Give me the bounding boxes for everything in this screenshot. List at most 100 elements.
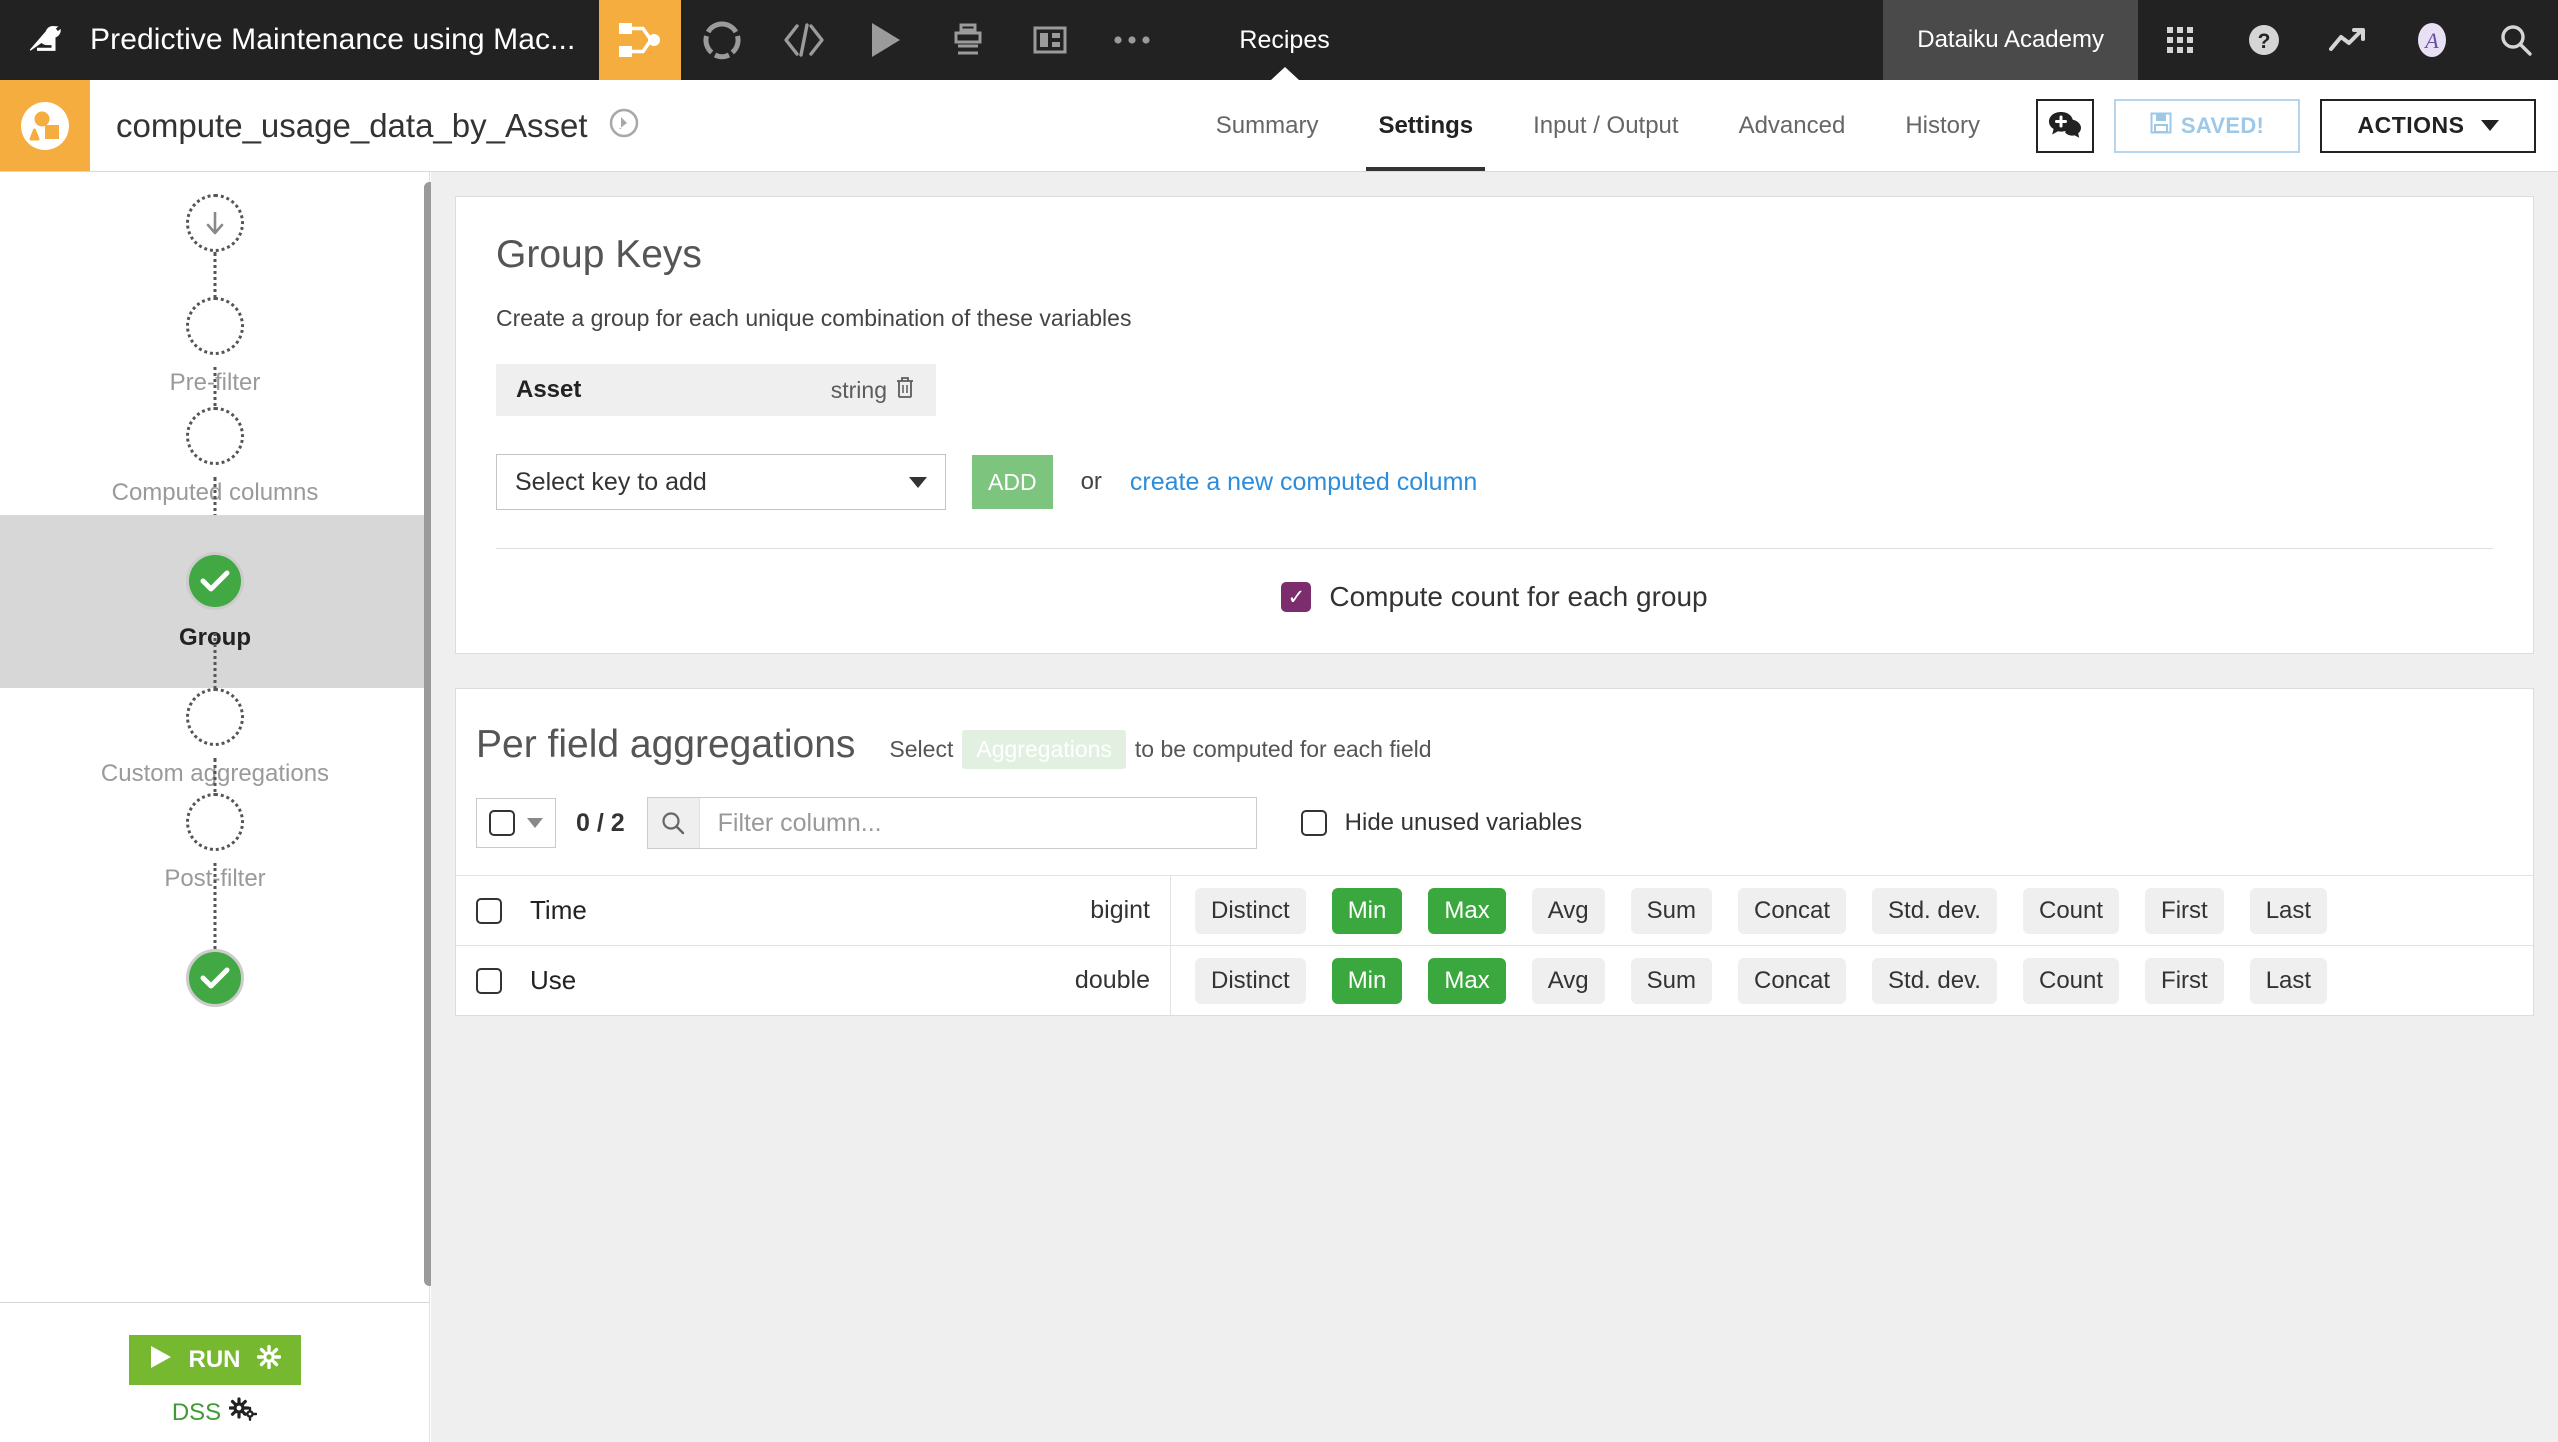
recipe-step-output[interactable] xyxy=(0,901,430,1021)
project-title[interactable]: Predictive Maintenance using Mac... xyxy=(90,0,599,80)
recipe-step-post-filter[interactable]: Post-filter xyxy=(0,793,430,973)
chevron-down-icon xyxy=(2480,120,2499,131)
tab-input-output[interactable]: Input / Output xyxy=(1503,80,1708,171)
agg-button-min[interactable]: Min xyxy=(1331,887,1403,934)
recipe-engine-selector[interactable]: DSS xyxy=(172,1397,258,1428)
agg-button-max[interactable]: Max xyxy=(1428,957,1506,1004)
trash-icon[interactable] xyxy=(894,375,916,405)
agg-button-distinct[interactable]: Distinct xyxy=(1195,957,1306,1004)
trending-up-icon[interactable] xyxy=(2306,0,2390,80)
gear-icon[interactable] xyxy=(256,1344,281,1376)
row-checkbox[interactable] xyxy=(476,967,502,994)
recipe-engine-icon[interactable] xyxy=(608,107,640,144)
recipe-name[interactable]: compute_usage_data_by_Asset xyxy=(116,107,588,145)
filter-column-input-wrap[interactable]: Filter column... xyxy=(646,797,1257,849)
compute-count-row[interactable]: ✓ Compute count for each group xyxy=(476,581,2513,613)
group-keys-panel: Group Keys Create a group for each uniqu… xyxy=(455,196,2534,654)
agg-button-concat[interactable]: Concat xyxy=(1737,887,1847,934)
agg-button-sum[interactable]: Sum xyxy=(1630,957,1712,1004)
hide-unused-checkbox[interactable] xyxy=(1300,810,1327,836)
play-icon[interactable] xyxy=(845,0,927,80)
dataiku-bird-logo[interactable] xyxy=(0,0,90,80)
tab-summary-label: Summary xyxy=(1215,111,1319,139)
search-icon xyxy=(647,798,700,848)
agg-button-sum[interactable]: Sum xyxy=(1630,887,1712,934)
agg-button-avg[interactable]: Avg xyxy=(1531,887,1605,934)
agg-button-count[interactable]: Count xyxy=(2022,887,2120,934)
tab-settings[interactable]: Settings xyxy=(1348,80,1503,171)
aggregations-hint-pill: Aggregations xyxy=(962,730,1126,769)
help-question-icon[interactable]: ? xyxy=(2222,0,2306,80)
agg-button-std-dev[interactable]: Std. dev. xyxy=(1872,887,1997,934)
step-node-group xyxy=(186,551,244,610)
agg-button-concat[interactable]: Concat xyxy=(1737,957,1847,1004)
top-navigation-bar: Predictive Maintenance using Mac... Reci… xyxy=(0,0,2558,80)
agg-button-last[interactable]: Last xyxy=(2249,887,2328,934)
recipe-step-input[interactable] xyxy=(0,172,430,342)
recipe-step-group[interactable]: Group xyxy=(0,515,430,713)
filter-column-input[interactable]: Filter column... xyxy=(700,798,1256,848)
play-triangle-icon xyxy=(149,1344,173,1377)
floppy-disk-icon xyxy=(2150,112,2172,140)
agg-button-count[interactable]: Count xyxy=(2022,957,2120,1004)
account-label[interactable]: Dataiku Academy xyxy=(1883,0,2138,80)
tab-advanced-label: Advanced xyxy=(1738,111,1846,139)
tab-history[interactable]: History xyxy=(1875,80,2010,171)
column-name: Use xyxy=(530,965,577,995)
actions-button[interactable]: ACTIONS xyxy=(2320,98,2536,153)
select-key-dropdown[interactable]: Select key to add xyxy=(496,454,946,510)
add-key-button[interactable]: ADD xyxy=(972,455,1053,509)
aggregations-hint: Select Aggregations to be computed for e… xyxy=(889,730,1432,769)
saved-button[interactable]: SAVED! xyxy=(2114,98,2300,153)
select-all-dropdown[interactable] xyxy=(476,798,556,848)
aggregations-title: Per field aggregations xyxy=(476,723,856,766)
column-type: bigint xyxy=(1090,896,1150,924)
agg-button-first[interactable]: First xyxy=(2145,957,2224,1004)
more-ellipsis-icon[interactable] xyxy=(1091,0,1173,80)
tab-summary[interactable]: Summary xyxy=(1186,80,1349,171)
agg-button-max[interactable]: Max xyxy=(1428,887,1506,934)
discussion-add-icon[interactable] xyxy=(2036,98,2094,153)
compute-count-label: Compute count for each group xyxy=(1329,581,1708,612)
compute-count-checkbox[interactable]: ✓ xyxy=(1281,582,1312,612)
agg-button-avg[interactable]: Avg xyxy=(1531,957,1605,1004)
code-icon[interactable] xyxy=(763,0,845,80)
lab-wheel-icon[interactable] xyxy=(681,0,763,80)
recipe-step-pre-filter[interactable]: Pre-filter xyxy=(0,297,430,442)
aggregations-hint-prefix: Select xyxy=(889,736,954,762)
group-recipe-icon xyxy=(0,80,90,171)
user-avatar-icon[interactable]: A xyxy=(2390,0,2474,80)
agg-button-std-dev[interactable]: Std. dev. xyxy=(1872,957,1997,1004)
search-icon[interactable] xyxy=(2474,0,2558,80)
row-checkbox[interactable] xyxy=(476,897,502,924)
recipe-settings-main: Group Keys Create a group for each uniqu… xyxy=(431,172,2558,1442)
agg-button-last[interactable]: Last xyxy=(2249,957,2328,1004)
add-group-key-row: Select key to add ADD or create a new co… xyxy=(496,454,2513,510)
topbar-right-group: Dataiku Academy ? A xyxy=(1883,0,2558,80)
jobs-icon[interactable] xyxy=(927,0,1009,80)
gears-icon xyxy=(228,1397,258,1428)
tab-advanced[interactable]: Advanced xyxy=(1709,80,1876,171)
group-key-chip[interactable]: Asset string xyxy=(496,364,936,416)
recipe-step-computed-columns[interactable]: Computed columns xyxy=(0,407,430,549)
agg-button-min[interactable]: Min xyxy=(1331,957,1403,1004)
dashboard-icon[interactable] xyxy=(1009,0,1091,80)
nav-section-recipes[interactable]: Recipes xyxy=(1205,0,1363,80)
run-button[interactable]: RUN xyxy=(128,1335,301,1385)
create-computed-column-link[interactable]: create a new computed column xyxy=(1130,468,1477,497)
aggregations-row-left: Use double xyxy=(456,946,1171,1015)
select-all-checkbox[interactable] xyxy=(489,810,515,836)
recipe-step-custom-aggregations[interactable]: Custom aggregations xyxy=(0,688,430,830)
aggregations-table: Time bigint Distinct Min Max Avg Sum Con… xyxy=(456,875,2533,1015)
recipe-flow-icon[interactable] xyxy=(599,0,682,80)
tab-settings-label: Settings xyxy=(1378,111,1474,139)
aggregations-row-buttons: Distinct Min Max Avg Sum Concat Std. dev… xyxy=(1171,946,2533,1015)
run-button-label: RUN xyxy=(188,1346,241,1373)
apps-grid-icon[interactable] xyxy=(2138,0,2222,80)
svg-text:?: ? xyxy=(2258,30,2271,53)
agg-button-distinct[interactable]: Distinct xyxy=(1195,887,1306,934)
chevron-down-icon[interactable] xyxy=(527,818,543,828)
agg-button-first[interactable]: First xyxy=(2145,887,2224,934)
step-node-post-filter xyxy=(186,793,244,851)
hide-unused-row[interactable]: Hide unused variables xyxy=(1300,809,1582,837)
